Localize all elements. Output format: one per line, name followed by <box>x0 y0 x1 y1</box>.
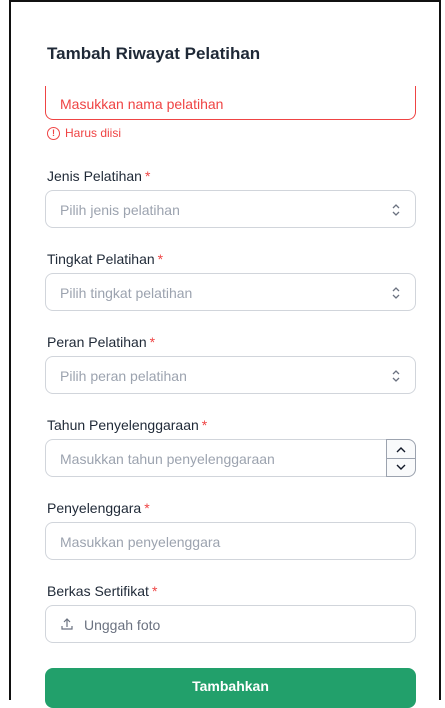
upload-icon <box>61 618 73 630</box>
chevron-up-down-icon <box>392 287 400 299</box>
nama-pelatihan-placeholder: Masukkan nama pelatihan <box>60 96 224 112</box>
error-text: Harus diisi <box>65 126 122 140</box>
tingkat-label-text: Tingkat Pelatihan <box>47 251 155 267</box>
tahun-label: Tahun Penyelenggaraan * <box>47 417 207 433</box>
nama-pelatihan-error: ! Harus diisi <box>47 126 121 140</box>
jenis-pelatihan-label: Jenis Pelatihan * <box>47 168 150 184</box>
nama-pelatihan-input[interactable]: Masukkan nama pelatihan <box>45 86 416 120</box>
peran-placeholder: Pilih peran pelatihan <box>60 368 187 384</box>
penyelenggara-placeholder: Masukkan penyelenggara <box>60 534 221 550</box>
tahun-label-text: Tahun Penyelenggaraan <box>47 417 199 433</box>
jenis-pelatihan-select[interactable]: Pilih jenis pelatihan <box>45 190 416 228</box>
peran-label-text: Peran Pelatihan <box>47 334 147 350</box>
required-mark: * <box>151 583 158 599</box>
upload-text: Unggah foto <box>84 617 161 633</box>
form-title: Tambah Riwayat Pelatihan <box>47 44 261 63</box>
berkas-label: Berkas Sertifikat * <box>47 583 157 599</box>
required-mark: * <box>157 251 164 267</box>
penyelenggara-label: Penyelenggara * <box>47 500 150 516</box>
jenis-placeholder: Pilih jenis pelatihan <box>60 202 180 218</box>
peran-pelatihan-label: Peran Pelatihan * <box>47 334 155 350</box>
chevron-up-down-icon <box>392 204 400 216</box>
required-mark: * <box>144 168 151 184</box>
tahun-placeholder: Masukkan tahun penyelenggaraan <box>60 451 275 467</box>
required-mark: * <box>144 500 150 516</box>
penyelenggara-input[interactable]: Masukkan penyelenggara <box>45 522 416 560</box>
chevron-up-down-icon <box>392 370 400 382</box>
stepper-up-button[interactable] <box>387 440 415 459</box>
tingkat-placeholder: Pilih tingkat pelatihan <box>60 285 193 301</box>
berkas-upload-field[interactable]: Unggah foto <box>45 605 416 643</box>
year-stepper[interactable] <box>386 439 416 477</box>
jenis-label-text: Jenis Pelatihan <box>47 168 142 184</box>
required-mark: * <box>201 417 208 433</box>
peran-pelatihan-select[interactable]: Pilih peran pelatihan <box>45 356 416 394</box>
tahun-number-input[interactable]: Masukkan tahun penyelenggaraan <box>45 439 416 477</box>
berkas-label-text: Berkas Sertifikat <box>47 583 149 599</box>
tingkat-pelatihan-label: Tingkat Pelatihan * <box>47 251 163 267</box>
stepper-down-button[interactable] <box>387 458 415 476</box>
penyelenggara-label-text: Penyelenggara <box>47 500 142 516</box>
required-mark: * <box>149 334 156 350</box>
alert-circle-icon: ! <box>47 126 60 140</box>
chevron-up-icon <box>396 446 406 452</box>
submit-button[interactable]: Tambahkan <box>45 668 416 708</box>
chevron-down-icon <box>396 464 406 470</box>
tingkat-pelatihan-select[interactable]: Pilih tingkat pelatihan <box>45 273 416 311</box>
